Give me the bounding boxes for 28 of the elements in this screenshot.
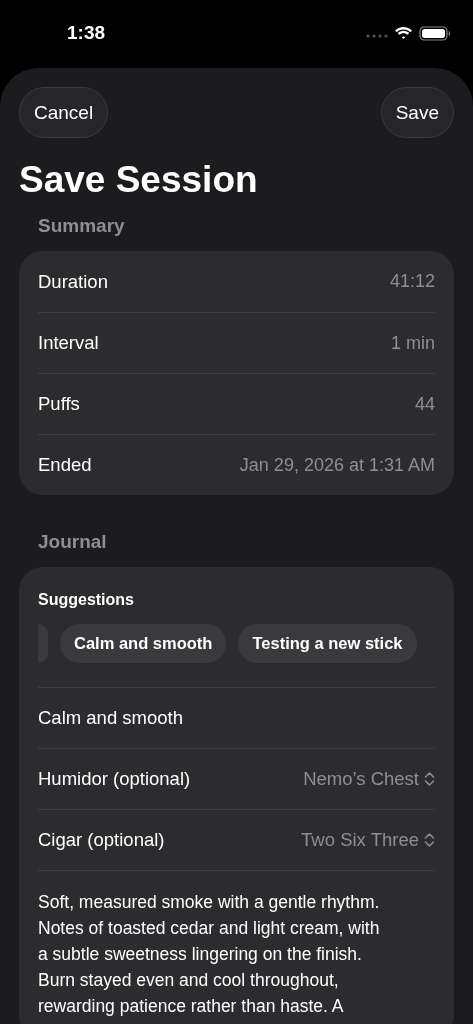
cellular-signal-icon [366, 34, 388, 38]
picker-button[interactable]: Two Six Three [301, 829, 435, 851]
suggestion-chip[interactable]: Calm and smooth [60, 624, 227, 663]
save-button[interactable]: Save [380, 87, 454, 138]
title-field[interactable]: Calm and smooth [38, 707, 183, 729]
row-value: 1 min [391, 332, 435, 354]
suggestion-chip[interactable]: Testing a new stick [238, 624, 417, 663]
row-label: Duration [38, 270, 108, 293]
picker-button[interactable]: Nemo’s Chest [303, 768, 435, 790]
row-value: Jan 29, 2026 at 1:31 AM [239, 454, 435, 476]
suggestions-label: Suggestions [38, 591, 135, 609]
up-down-chevron-icon [424, 771, 435, 787]
picker-label: Cigar (optional) [38, 829, 165, 851]
row-value: 41:12 [389, 271, 435, 292]
notes-text[interactable]: Soft, measured smoke with a gentle rhythm. Notes of toasted cedar and light cream, with a subtle sweetness lingering on the finish. Burn stayed even and cool throughout, rewarding patience rather than haste. A [38, 889, 435, 1019]
section-header: Journal [38, 530, 108, 554]
row-label: Interval [38, 332, 99, 354]
picker-label: Humidor (optional) [38, 768, 191, 790]
page-title: Save Session [19, 158, 259, 202]
status-time: 1:38 [67, 22, 106, 44]
battery-icon [419, 25, 451, 41]
row-label: Puffs [38, 393, 80, 415]
cancel-button[interactable]: Cancel [19, 87, 109, 138]
up-down-chevron-icon [424, 832, 435, 848]
row-value: 44 [414, 393, 435, 415]
section-header: Summary [38, 214, 126, 238]
wifi-icon [394, 26, 413, 40]
row-label: Ended [38, 454, 92, 476]
